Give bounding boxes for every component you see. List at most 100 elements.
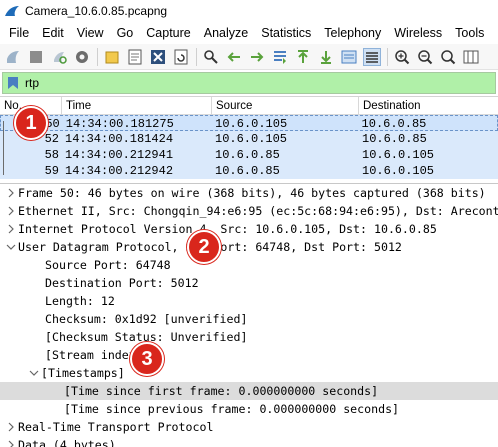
packet-source: 10.6.0.105	[215, 132, 288, 146]
packet-time: 14:34:00.212941	[65, 148, 174, 162]
start-capture-icon[interactable]	[4, 48, 22, 66]
packet-source: 10.6.0.105	[215, 117, 288, 130]
packet-time: 14:34:00.212942	[65, 164, 174, 178]
menu-capture[interactable]: Capture	[140, 22, 197, 44]
title-bar: Camera_10.6.0.85.pcapng	[0, 0, 498, 22]
tree-node-ipv4[interactable]: Internet Protocol Version 4, Src: 10.6.0…	[0, 220, 498, 238]
restart-capture-icon[interactable]	[50, 48, 68, 66]
tree-leaf-time-since-previous-frame[interactable]: [Time since previous frame: 0.000000000 …	[0, 400, 498, 418]
normal-size-icon[interactable]	[439, 48, 457, 66]
packet-time: 14:34:00.181275	[65, 117, 174, 130]
menu-wireless[interactable]: Wireless	[388, 22, 449, 44]
tree-node-ethernet[interactable]: Ethernet II, Src: Chongqin_94:e6:95 (ec:…	[0, 202, 498, 220]
tree-node-label: [Timestamps]	[41, 366, 125, 380]
packet-destination: 10.6.0.105	[362, 148, 435, 162]
tree-node-data[interactable]: Data (4 bytes)	[0, 436, 498, 447]
menu-file[interactable]: File	[3, 22, 36, 44]
chevron-down-icon[interactable]	[27, 369, 41, 377]
save-file-icon[interactable]	[126, 48, 144, 66]
packet-row-selected[interactable]: 50 14:34:00.181275 10.6.0.105 10.6.0.85	[0, 115, 498, 131]
bookmark-filter-icon[interactable]	[5, 75, 21, 91]
zoom-in-icon[interactable]	[393, 48, 411, 66]
close-file-icon[interactable]	[149, 48, 167, 66]
packet-time: 14:34:00.181424	[65, 132, 174, 146]
packet-details-tree: Frame 50: 46 bytes on wire (368 bits), 4…	[0, 183, 498, 447]
display-filter-input[interactable]	[25, 73, 495, 93]
window-title: Camera_10.6.0.85.pcapng	[25, 4, 168, 18]
chevron-right-icon[interactable]	[4, 206, 18, 216]
go-back-icon[interactable]	[225, 48, 243, 66]
go-first-packet-icon[interactable]	[294, 48, 312, 66]
chevron-right-icon[interactable]	[4, 422, 18, 432]
callout-badge-2: 2	[187, 230, 221, 264]
go-to-packet-icon[interactable]	[271, 48, 289, 66]
menu-edit[interactable]: Edit	[36, 22, 71, 44]
packet-row[interactable]: 59 14:34:00.212942 10.6.0.85 10.6.0.105	[0, 163, 498, 179]
tree-node-timestamps[interactable]: [Timestamps]	[0, 364, 498, 382]
packet-no: 58	[44, 148, 59, 162]
tree-node-label: Length: 12	[45, 294, 115, 308]
tree-leaf-length[interactable]: Length: 12	[0, 292, 498, 310]
packet-destination: 10.6.0.85	[362, 132, 427, 146]
menu-statistics[interactable]: Statistics	[255, 22, 318, 44]
packet-row[interactable]: 58 14:34:00.212941 10.6.0.85 10.6.0.105	[0, 147, 498, 163]
chevron-right-icon[interactable]	[4, 224, 18, 234]
column-header-destination[interactable]: Destination	[359, 97, 498, 114]
tree-node-label: Checksum: 0x1d92 [unverified]	[45, 312, 248, 326]
packet-source: 10.6.0.85	[215, 164, 280, 178]
open-file-icon[interactable]	[103, 48, 121, 66]
tree-node-rtp[interactable]: Real-Time Transport Protocol	[0, 418, 498, 436]
tree-node-label: Real-Time Transport Protocol	[18, 420, 214, 434]
menu-bar: File Edit View Go Capture Analyze Statis…	[0, 22, 498, 44]
packet-no: 59	[44, 164, 59, 178]
menu-analyze[interactable]: Analyze	[198, 22, 255, 44]
menu-tools[interactable]: Tools	[449, 22, 491, 44]
packet-list-header: No. Time Source Destination	[0, 97, 498, 115]
toolbar-separator	[97, 47, 98, 66]
find-packet-icon[interactable]	[202, 48, 220, 66]
toolbar-separator	[196, 47, 197, 66]
tree-leaf-destination-port[interactable]: Destination Port: 5012	[0, 274, 498, 292]
wireshark-fin-icon	[4, 5, 20, 17]
tree-node-label: [Time since first frame: 0.000000000 sec…	[64, 384, 379, 398]
toolbar-separator	[387, 47, 388, 66]
resize-columns-icon[interactable]	[462, 48, 480, 66]
tree-leaf-stream-index[interactable]: [Stream index: 1]	[0, 346, 498, 364]
auto-scroll-icon[interactable]	[340, 48, 358, 66]
go-last-packet-icon[interactable]	[317, 48, 335, 66]
reload-file-icon[interactable]	[172, 48, 190, 66]
main-toolbar	[0, 44, 498, 70]
capture-options-icon[interactable]	[73, 48, 91, 66]
chevron-right-icon[interactable]	[4, 440, 18, 447]
chevron-down-icon[interactable]	[4, 243, 18, 251]
packet-destination: 10.6.0.85	[361, 117, 427, 130]
callout-badge-1: 1	[14, 106, 48, 140]
menu-telephony[interactable]: Telephony	[318, 22, 388, 44]
packet-row[interactable]: 52 14:34:00.181424 10.6.0.105 10.6.0.85	[0, 131, 498, 147]
stop-capture-icon[interactable]	[27, 48, 45, 66]
zoom-out-icon[interactable]	[416, 48, 434, 66]
tree-leaf-source-port[interactable]: Source Port: 64748	[0, 256, 498, 274]
tree-leaf-time-since-first-frame[interactable]: [Time since first frame: 0.000000000 sec…	[0, 382, 498, 400]
column-header-source[interactable]: Source	[212, 97, 359, 114]
tree-node-label: Source Port: 64748	[45, 258, 171, 272]
tree-node-label: [Time since previous frame: 0.000000000 …	[64, 402, 400, 416]
related-packets-marker	[3, 121, 6, 175]
tree-node-frame[interactable]: Frame 50: 46 bytes on wire (368 bits), 4…	[0, 184, 498, 202]
tree-node-label: Data (4 bytes)	[18, 438, 116, 447]
column-header-time[interactable]: Time	[62, 97, 212, 114]
menu-view[interactable]: View	[71, 22, 111, 44]
go-forward-icon[interactable]	[248, 48, 266, 66]
tree-node-label: Destination Port: 5012	[45, 276, 199, 290]
callout-badge-3: 3	[130, 342, 164, 376]
tree-leaf-checksum[interactable]: Checksum: 0x1d92 [unverified]	[0, 310, 498, 328]
chevron-right-icon[interactable]	[4, 188, 18, 198]
menu-go[interactable]: Go	[111, 22, 141, 44]
tree-node-label: Ethernet II, Src: Chongqin_94:e6:95 (ec:…	[18, 204, 498, 218]
colorize-icon[interactable]	[363, 47, 381, 66]
tree-node-udp[interactable]: User Datagram Protocol, Src Port: 64748,…	[0, 238, 498, 256]
display-filter-bar	[2, 72, 496, 94]
packet-list: No. Time Source Destination 50 14:34:00.…	[0, 96, 498, 180]
tree-node-label: Frame 50: 46 bytes on wire (368 bits), 4…	[18, 186, 486, 200]
tree-leaf-checksum-status[interactable]: [Checksum Status: Unverified]	[0, 328, 498, 346]
